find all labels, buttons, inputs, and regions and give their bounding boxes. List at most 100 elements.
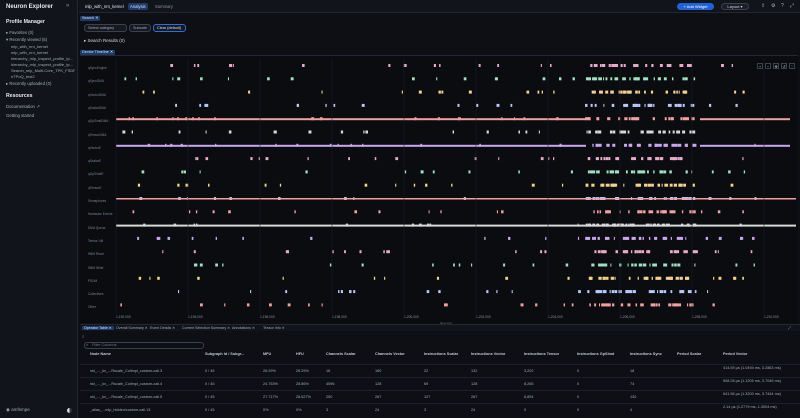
timeline-event[interactable] bbox=[648, 157, 651, 161]
timeline-event[interactable] bbox=[418, 90, 422, 94]
timeline-event[interactable] bbox=[197, 276, 200, 280]
timeline-event[interactable] bbox=[587, 170, 590, 174]
timeline-event[interactable] bbox=[532, 263, 535, 267]
timeline-event[interactable] bbox=[623, 64, 626, 67]
timeline-event[interactable] bbox=[615, 170, 620, 174]
timeline-event[interactable] bbox=[613, 236, 615, 240]
timeline-event[interactable] bbox=[498, 157, 500, 161]
timeline-event[interactable] bbox=[600, 250, 602, 254]
timeline-event[interactable] bbox=[135, 77, 137, 81]
timeline-event[interactable] bbox=[195, 210, 198, 214]
share-icon[interactable]: ⇪ bbox=[761, 3, 765, 9]
timeline-event[interactable] bbox=[630, 170, 634, 174]
timeline-event[interactable] bbox=[602, 276, 606, 280]
col-instructions-tensor[interactable]: Instructions Tensor bbox=[524, 352, 559, 356]
timeline-event[interactable] bbox=[711, 170, 714, 174]
timeline-event[interactable] bbox=[526, 90, 530, 94]
timeline-event[interactable] bbox=[626, 236, 630, 240]
timeline-event[interactable] bbox=[426, 290, 430, 294]
timeline-event[interactable] bbox=[384, 276, 386, 280]
timeline-event[interactable] bbox=[649, 210, 654, 214]
recent-profile-item[interactable]: mlp_with_nrn_kernel bbox=[11, 44, 75, 49]
timeline-event[interactable] bbox=[486, 130, 489, 134]
timeline-event[interactable] bbox=[734, 90, 737, 94]
timeline-event[interactable] bbox=[605, 236, 610, 240]
timeline-event[interactable] bbox=[628, 143, 633, 147]
timeline-event[interactable] bbox=[731, 64, 734, 67]
timeline-event[interactable] bbox=[730, 183, 734, 187]
timeline-event[interactable] bbox=[622, 250, 625, 254]
timeline-event[interactable] bbox=[670, 236, 672, 240]
timeline-event[interactable] bbox=[285, 250, 289, 254]
timeline-event[interactable] bbox=[567, 276, 570, 280]
timeline-event[interactable] bbox=[476, 103, 479, 107]
timeline-event[interactable] bbox=[598, 90, 603, 94]
timeline-event[interactable] bbox=[224, 303, 226, 307]
tab-annotations[interactable]: Annotations ✕ bbox=[232, 326, 255, 330]
timeline-event[interactable] bbox=[612, 183, 616, 187]
timeline-event[interactable] bbox=[383, 250, 385, 254]
timeline-event[interactable] bbox=[329, 263, 332, 267]
timeline-event[interactable] bbox=[178, 130, 181, 134]
operator-table-toolbar-icon[interactable]: ≡ bbox=[82, 334, 84, 339]
timeline-event[interactable] bbox=[598, 143, 602, 147]
timeline-event[interactable] bbox=[373, 276, 376, 280]
timeline-event[interactable] bbox=[680, 290, 685, 294]
timeline-event[interactable] bbox=[124, 77, 127, 81]
timeline-event[interactable] bbox=[540, 64, 542, 67]
timeline-event[interactable] bbox=[132, 210, 135, 214]
timeline-event[interactable] bbox=[520, 303, 524, 307]
timeline-event[interactable] bbox=[694, 290, 697, 294]
timeline-event[interactable] bbox=[742, 90, 745, 94]
timeline-event[interactable] bbox=[610, 276, 615, 280]
timeline-event[interactable] bbox=[640, 130, 644, 134]
search-panel-tab[interactable]: Search ✕ bbox=[80, 16, 101, 21]
timeline-event[interactable] bbox=[663, 77, 667, 81]
timeline-event[interactable] bbox=[612, 130, 616, 134]
tab-event-details[interactable]: Event Details ✕ bbox=[150, 326, 175, 330]
timeline-event[interactable] bbox=[617, 157, 619, 161]
timeline-event[interactable] bbox=[682, 103, 685, 107]
timeline-event[interactable] bbox=[405, 64, 407, 67]
timeline-event[interactable] bbox=[603, 290, 606, 294]
timeline-event[interactable] bbox=[440, 210, 442, 214]
timeline-event[interactable] bbox=[658, 143, 662, 147]
timeline-event[interactable] bbox=[629, 77, 631, 81]
timeline-event[interactable] bbox=[621, 90, 623, 94]
timeline-event[interactable] bbox=[622, 77, 626, 81]
recent-profile-item[interactable]: mlp_with_nrn_kernel bbox=[11, 50, 75, 55]
timeline-event[interactable] bbox=[633, 170, 636, 174]
timeline-event[interactable] bbox=[645, 64, 648, 67]
timeline-event[interactable] bbox=[212, 210, 215, 214]
timeline-event[interactable] bbox=[596, 170, 600, 174]
timeline-event[interactable] bbox=[340, 290, 343, 294]
timeline-event[interactable] bbox=[264, 183, 267, 187]
timeline-event[interactable] bbox=[269, 303, 272, 307]
timeline-event[interactable] bbox=[663, 290, 667, 294]
timeline-event[interactable] bbox=[623, 183, 625, 187]
timeline-event[interactable] bbox=[692, 183, 695, 187]
timeline-event[interactable] bbox=[658, 210, 660, 214]
timeline-event[interactable] bbox=[637, 210, 640, 214]
timeline-event[interactable] bbox=[632, 157, 637, 161]
timeline-event[interactable] bbox=[684, 250, 688, 254]
timeline-event[interactable] bbox=[200, 77, 203, 81]
timeline-event[interactable] bbox=[679, 64, 684, 67]
timeline-event[interactable] bbox=[282, 276, 284, 280]
timeline-event[interactable] bbox=[131, 130, 133, 134]
timeline-event[interactable] bbox=[686, 303, 689, 307]
timeline-event[interactable] bbox=[175, 103, 178, 107]
timeline-event[interactable] bbox=[349, 290, 352, 294]
timeline-event[interactable] bbox=[438, 290, 441, 294]
timeline-event[interactable] bbox=[665, 276, 670, 280]
timeline-event[interactable] bbox=[558, 77, 562, 81]
timeline-event[interactable] bbox=[572, 77, 575, 81]
timeline-event[interactable] bbox=[682, 183, 684, 187]
timeline-event[interactable] bbox=[641, 170, 646, 174]
search-results-toggle[interactable]: ▸ Search Results (0) bbox=[84, 38, 125, 44]
timeline-event[interactable] bbox=[607, 303, 611, 307]
timeline-event[interactable] bbox=[627, 263, 629, 267]
timeline-event[interactable] bbox=[307, 157, 309, 161]
timeline-event[interactable] bbox=[594, 103, 597, 107]
timeline-event[interactable] bbox=[611, 290, 615, 294]
